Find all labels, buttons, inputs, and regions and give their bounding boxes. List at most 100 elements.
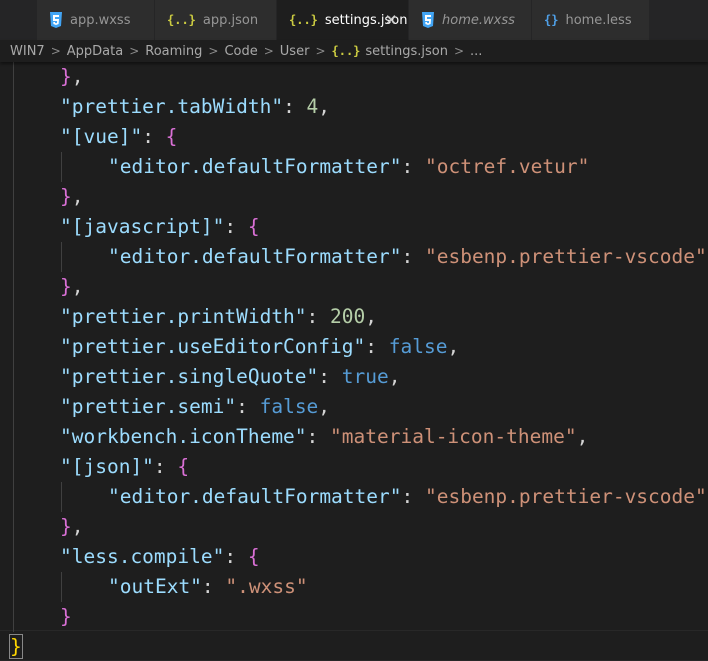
code-token: : xyxy=(401,485,425,508)
code-token: "esbenp.prettier-vscode" xyxy=(424,485,707,508)
code-line: "prettier.singleQuote": true, xyxy=(0,362,708,392)
code-token: "prettier.useEditorConfig" xyxy=(60,335,366,358)
css-icon xyxy=(422,12,434,28)
breadcrumb-item[interactable]: Code xyxy=(224,44,257,59)
code-token: "prettier.semi" xyxy=(60,395,237,418)
breadcrumb: WIN7 > AppData > Roaming > Code > User >… xyxy=(0,40,708,62)
code-token: { xyxy=(247,215,260,238)
json-icon: {..} xyxy=(331,44,361,58)
code-line: "prettier.semi": false, xyxy=(0,392,708,422)
chevron-right-icon: > xyxy=(315,44,326,58)
tab-settings-json[interactable]: {..} settings.json ✕ xyxy=(277,0,409,40)
chevron-right-icon: > xyxy=(50,44,61,58)
code-line: }, xyxy=(0,182,708,212)
chevron-right-icon: > xyxy=(129,44,140,58)
code-token: : xyxy=(142,125,166,148)
code-token: "[json]" xyxy=(60,455,154,478)
code-token: false xyxy=(259,395,319,418)
code-token: { xyxy=(247,545,260,568)
breadcrumb-file[interactable]: settings.json xyxy=(365,44,448,59)
code-token: } xyxy=(60,605,72,628)
breadcrumb-item[interactable]: WIN7 xyxy=(10,44,45,59)
code-token: , xyxy=(71,65,84,88)
code-token: : xyxy=(365,335,389,358)
tab-label: home.less xyxy=(565,12,632,28)
code-line: "editor.defaultFormatter": "esbenp.prett… xyxy=(0,482,708,512)
code-token: : xyxy=(224,215,248,238)
code-token: , xyxy=(576,425,589,448)
code-token: : xyxy=(201,575,226,598)
code-token: "editor.defaultFormatter" xyxy=(108,155,402,178)
tab-label: home.wxss xyxy=(442,12,515,28)
json-icon: {..} xyxy=(167,13,196,27)
tab-label: app.wxss xyxy=(70,12,131,28)
code-token: "less.compile" xyxy=(60,545,225,568)
code-token: , xyxy=(71,515,84,538)
code-token: { xyxy=(177,455,190,478)
code-token: } xyxy=(60,275,72,298)
code-line: }, xyxy=(0,512,708,542)
breadcrumb-item[interactable]: Roaming xyxy=(145,44,202,59)
code-token: : xyxy=(224,545,248,568)
code-token: "[vue]" xyxy=(60,125,143,148)
code-token: "editor.defaultFormatter" xyxy=(108,485,402,508)
chevron-right-icon: > xyxy=(263,44,274,58)
json-icon: {..} xyxy=(289,13,318,27)
code-token: : xyxy=(401,245,425,268)
code-token: "outExt" xyxy=(108,575,202,598)
braces-icon: {} xyxy=(544,13,559,27)
code-token: "workbench.iconTheme" xyxy=(60,425,307,448)
code-token: "prettier.printWidth" xyxy=(60,305,307,328)
code-line: "prettier.useEditorConfig": false, xyxy=(0,332,708,362)
tab-label: app.json xyxy=(202,12,259,28)
code-line: "prettier.tabWidth": 4, xyxy=(0,92,708,122)
tab-home-wxss[interactable]: home.wxss xyxy=(409,0,532,40)
tab-app-wxss[interactable]: app.wxss xyxy=(37,0,155,40)
close-icon[interactable]: ✕ xyxy=(383,12,399,28)
code-line: } xyxy=(0,632,708,661)
code-token: ".wxss" xyxy=(225,575,308,598)
code-line: "editor.defaultFormatter": "esbenp.prett… xyxy=(0,242,708,272)
code-token: , xyxy=(318,395,331,418)
code-token: } xyxy=(60,515,72,538)
code-token: } xyxy=(60,65,72,88)
editor-tab-bar: app.wxss {..} app.json {..} settings.jso… xyxy=(0,0,708,40)
code-token: false xyxy=(388,335,448,358)
css-icon xyxy=(50,12,62,28)
code-token: : xyxy=(236,395,260,418)
code-line: "[json]": { xyxy=(0,452,708,482)
code-line: "[vue]": { xyxy=(0,122,708,152)
code-line: }, xyxy=(0,62,708,92)
code-line: "prettier.printWidth": 200, xyxy=(0,302,708,332)
code-line: } xyxy=(0,602,708,632)
tab-app-json[interactable]: {..} app.json xyxy=(155,0,277,40)
code-token: "octref.vetur" xyxy=(424,155,590,178)
code-token: "esbenp.prettier-vscode" xyxy=(424,245,707,268)
code-line: "workbench.iconTheme": "material-icon-th… xyxy=(0,422,708,452)
code-line: "less.compile": { xyxy=(0,542,708,572)
code-token: : xyxy=(306,305,331,328)
code-token: true xyxy=(341,365,389,388)
code-token: , xyxy=(447,335,460,358)
code-token: } xyxy=(9,634,23,659)
code-token: 4 xyxy=(306,95,319,118)
code-line: "editor.defaultFormatter": "octref.vetur… xyxy=(0,152,708,182)
breadcrumb-ellipsis[interactable]: ... xyxy=(470,44,482,59)
code-line: }, xyxy=(0,272,708,302)
code-line: "[javascript]": { xyxy=(0,212,708,242)
code-token: } xyxy=(60,185,72,208)
code-token: "material-icon-theme" xyxy=(330,425,577,448)
code-token: , xyxy=(318,95,331,118)
code-editor[interactable]: }, "prettier.tabWidth": 4, "[vue]": {"edit… xyxy=(0,62,708,661)
code-token: : xyxy=(283,95,307,118)
code-token: : xyxy=(306,425,331,448)
breadcrumb-item[interactable]: AppData xyxy=(67,44,123,59)
code-token: "prettier.singleQuote" xyxy=(60,365,319,388)
code-token: { xyxy=(165,125,178,148)
chevron-right-icon: > xyxy=(208,44,219,58)
code-token: 200 xyxy=(330,305,366,328)
code-token: : xyxy=(318,365,342,388)
tab-home-less[interactable]: {} home.less xyxy=(532,0,650,40)
code-token: "prettier.tabWidth" xyxy=(60,95,284,118)
breadcrumb-item[interactable]: User xyxy=(280,44,310,59)
